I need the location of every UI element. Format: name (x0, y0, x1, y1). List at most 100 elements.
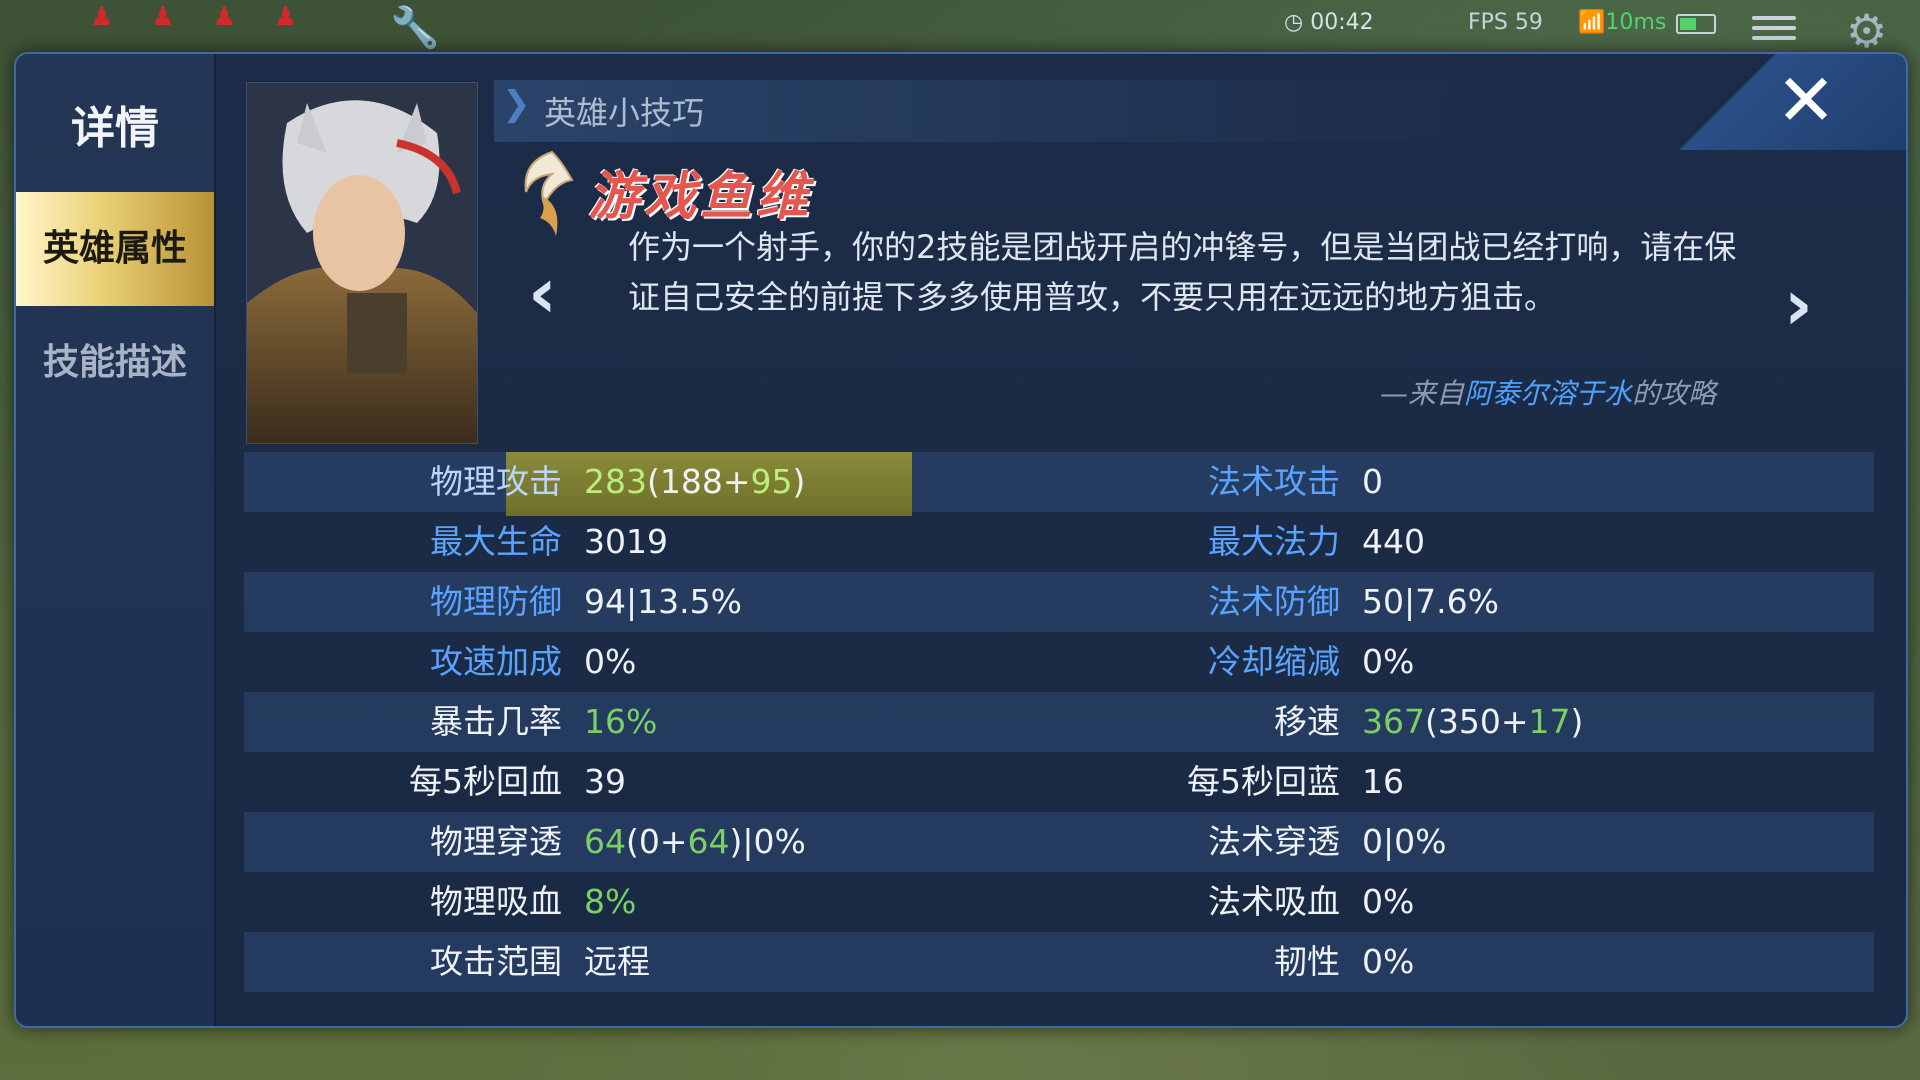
stat-row: 暴击几率 16% 移速 367(350+17) (244, 692, 1874, 752)
hero-stats-table: 物理攻击 283(188+95) 法术攻击 0 最大生命 3019 最大法力 440 物理防御 9… (244, 452, 1874, 992)
stat-value-part: 50|7.6% (1362, 582, 1499, 621)
chevron-right-icon[interactable]: › (1784, 264, 1813, 346)
credit-suffix: 的攻略 (1631, 377, 1716, 410)
match-clock: ◷ 00:42 (1284, 10, 1374, 35)
stat-value-part: 64 (584, 822, 626, 861)
stat-row: 攻击范围 远程 韧性 0% (244, 932, 1874, 992)
stat-label: 攻速加成 (430, 642, 562, 681)
stat-value-part: 0% (1362, 642, 1415, 681)
stat-value-part: 94|13.5% (584, 582, 742, 621)
sidebar-title: 详情 (71, 103, 159, 154)
stat-row: 物理吸血 8% 法术吸血 0% (244, 872, 1874, 932)
stat-value: 16% (584, 692, 657, 752)
stat-value-part: ) (792, 462, 806, 501)
double-chevron-icon: ❯ (502, 84, 531, 124)
hero-portrait-illustration (247, 83, 477, 443)
fps-counter: FPS 59 (1468, 10, 1543, 35)
stat-label: 法术攻击 (1208, 462, 1340, 501)
stat-value: 0% (584, 632, 636, 692)
stat-value-part: 95 (750, 462, 793, 501)
stat-label: 物理吸血 (430, 882, 562, 921)
stat-value-part: 39 (584, 762, 626, 801)
match-clock-text: 00:42 (1310, 10, 1374, 35)
stat-value-part: 283 (584, 462, 647, 501)
fish-logo-icon (524, 150, 574, 236)
tab-hero-attributes[interactable]: 英雄属性 (16, 192, 214, 306)
stat-label: 每5秒回蓝 (1187, 762, 1340, 801)
game-status-bar: ♟♟♟♟ 🔧 ◷ 00:42 FPS 59 📶10ms ⚙ (0, 0, 1920, 58)
stat-label: 物理防御 (430, 582, 562, 621)
menu-icon[interactable] (1752, 16, 1796, 44)
stat-label: 法术吸血 (1208, 882, 1340, 921)
stat-row: 每5秒回血 39 每5秒回蓝 16 (244, 752, 1874, 812)
stat-value-part: 440 (1362, 522, 1425, 561)
stat-label: 最大生命 (430, 522, 562, 561)
stat-value-part: 8% (584, 882, 637, 921)
stat-value: 0 (1362, 452, 1383, 512)
gear-icon[interactable]: ⚙ (1846, 4, 1887, 58)
stat-value: 8% (584, 872, 636, 932)
stat-label: 最大法力 (1208, 522, 1340, 561)
stat-row: 最大生命 3019 最大法力 440 (244, 512, 1874, 572)
stat-value-part: 367 (1362, 702, 1425, 741)
stat-label: 物理攻击 (430, 462, 562, 501)
battery-icon (1676, 14, 1716, 34)
stat-label: 物理穿透 (430, 822, 562, 861)
stat-value-part: 64 (687, 822, 730, 861)
stat-value-part: 16% (584, 702, 658, 741)
stat-label: 韧性 (1274, 942, 1340, 981)
stat-label: 每5秒回血 (409, 762, 562, 801)
stat-label: 攻击范围 (430, 942, 562, 981)
stat-value-part: (350+ (1425, 702, 1529, 741)
chess-piece-icons: ♟♟♟♟ (90, 2, 336, 32)
close-icon[interactable]: ✕ (1766, 60, 1846, 140)
brand-logo-text: 游戏鱼维 (588, 167, 813, 227)
stat-value-part: (0+ (626, 822, 688, 861)
ping-indicator: 📶10ms (1578, 10, 1667, 35)
ping-text: 10ms (1605, 10, 1667, 35)
tip-credit: —来自阿泰尔溶于水的攻略 (1380, 372, 1716, 412)
stat-value-part: 0% (584, 642, 637, 681)
hero-portrait (246, 82, 478, 444)
stat-value-part: )|0% (729, 822, 806, 861)
stat-value: 3019 (584, 512, 668, 572)
wrench-icon[interactable]: 🔧 (390, 4, 440, 51)
tip-text: 作为一个射手，你的2技能是团战开启的冲锋号，但是当团战已经打响，请在保证自己安全… (628, 228, 1737, 316)
tips-header-label: 英雄小技巧 (544, 94, 705, 132)
stat-label: 移速 (1274, 702, 1340, 741)
stat-value: 16 (1362, 752, 1404, 812)
stat-value: 39 (584, 752, 626, 812)
hero-details-dialog: 详情 英雄属性 技能描述 ❯ 英雄小技巧 ✕ 游戏鱼维 ‹ › 作为一个射手，你… (14, 52, 1908, 1028)
stat-value: 94|13.5% (584, 572, 742, 632)
stat-value-part: (188+ (647, 462, 751, 501)
chevron-left-icon[interactable]: ‹ (528, 252, 557, 334)
stat-value-part: 0 (1362, 462, 1383, 501)
stat-row: 攻速加成 0% 冷却缩减 0% (244, 632, 1874, 692)
stat-value: 远程 (584, 932, 650, 992)
stat-value-part: 0|0% (1362, 822, 1447, 861)
stat-label: 法术防御 (1208, 582, 1340, 621)
stat-value: 50|7.6% (1362, 572, 1499, 632)
stat-value: 0% (1362, 872, 1414, 932)
stat-value-part: 16 (1362, 762, 1404, 801)
tab-skill-description[interactable]: 技能描述 (16, 306, 214, 420)
stat-value: 367(350+17) (1362, 692, 1583, 752)
stat-label: 暴击几率 (430, 702, 562, 741)
stat-value: 0% (1362, 632, 1414, 692)
stat-value: 0% (1362, 932, 1414, 992)
credit-prefix: —来自 (1379, 377, 1464, 410)
stat-value: 64(0+64)|0% (584, 812, 806, 872)
stat-value-part: 0% (1362, 942, 1415, 981)
stat-value: 440 (1362, 512, 1425, 572)
stat-label: 冷却缩减 (1208, 642, 1340, 681)
stat-row: 物理防御 94|13.5% 法术防御 50|7.6% (244, 572, 1874, 632)
details-sidebar: 详情 英雄属性 技能描述 (16, 54, 216, 1026)
stat-row: 物理穿透 64(0+64)|0% 法术穿透 0|0% (244, 812, 1874, 872)
stat-value-part: 17 (1528, 702, 1571, 741)
stat-value-part: 3019 (584, 522, 668, 561)
stat-value-part: ) (1570, 702, 1584, 741)
credit-author-link[interactable]: 阿泰尔溶于水 (1464, 377, 1632, 410)
stat-value-part: 0% (1362, 882, 1415, 921)
stat-value: 283(188+95) (584, 452, 805, 512)
stat-row: 物理攻击 283(188+95) 法术攻击 0 (244, 452, 1874, 516)
